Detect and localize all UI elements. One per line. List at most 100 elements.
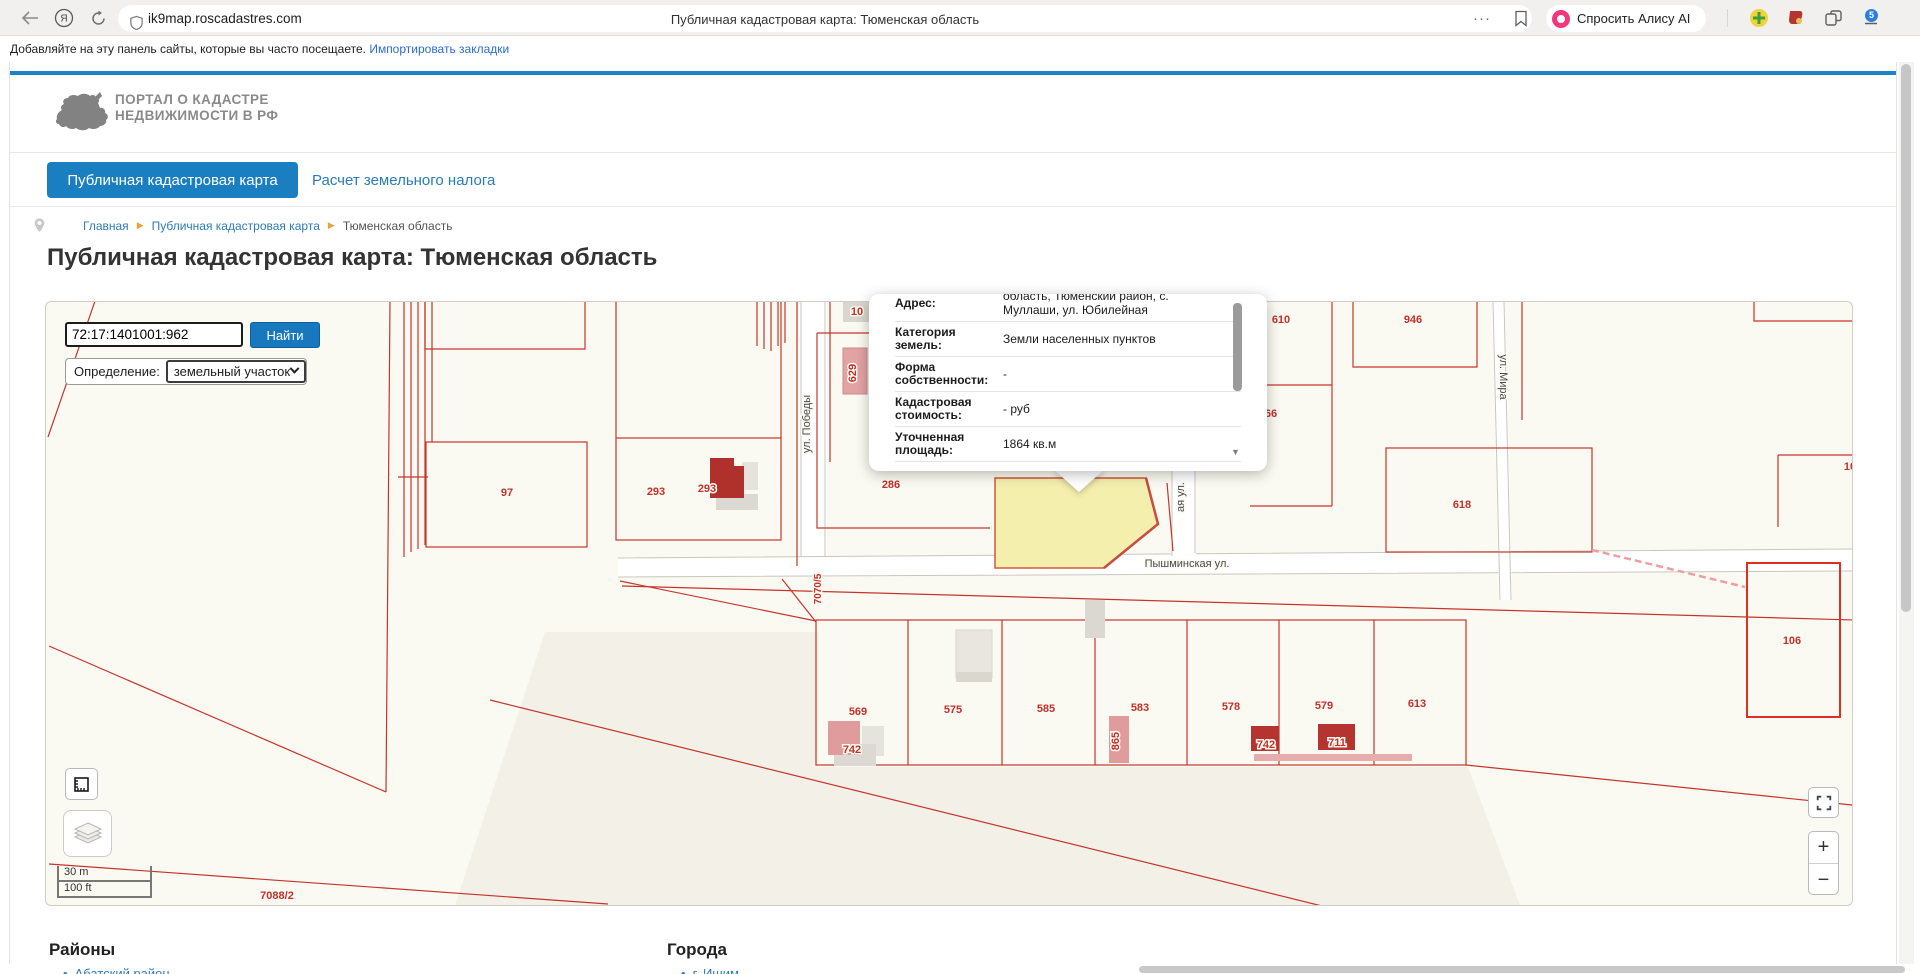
parcel-info-popup: Адрес: область, Тюменский район, с. Мулл… — [869, 294, 1267, 471]
address-bar-page-title: Публичная кадастровая карта: Тюменская о… — [118, 12, 1532, 27]
street-label: ая ул. — [1175, 482, 1187, 512]
tabs-divider-bottom — [10, 206, 1896, 207]
popup-tail — [1052, 468, 1106, 492]
svg-text:Я: Я — [60, 14, 67, 25]
layers-button[interactable] — [63, 810, 112, 857]
page-right-border — [1896, 62, 1897, 964]
alice-icon — [1552, 10, 1570, 28]
object-type-select[interactable]: земельный участок — [166, 360, 306, 383]
building-label: 742 — [1257, 739, 1275, 751]
tabs-panel-icon[interactable] — [1820, 0, 1846, 36]
parcel-label: 946 — [1404, 314, 1422, 326]
import-bookmarks-link[interactable]: Импортировать закладки — [369, 42, 509, 56]
breadcrumb-separator-icon: ▶ — [328, 220, 335, 231]
popup-row-ownership: Форма собственности: - — [895, 357, 1241, 392]
site-title-line1: ПОРТАЛ О КАДАСТРЕ — [115, 92, 278, 108]
breadcrumb-current: Тюменская область — [343, 219, 453, 233]
building-label: 10 — [851, 306, 863, 318]
parcel-label: 293 — [698, 483, 716, 495]
site-logo[interactable] — [54, 88, 110, 143]
page-left-border — [9, 62, 10, 964]
object-type-filter: Определение: земельный участок — [65, 358, 307, 385]
scale-imperial: 100 ft — [57, 882, 152, 898]
filter-label: Определение: — [74, 364, 160, 379]
parcel-label: 575 — [944, 704, 962, 716]
popup-scroll-down-icon[interactable]: ▼ — [1231, 447, 1240, 457]
parcel-label: 569 — [849, 706, 867, 718]
downloads-icon[interactable]: 5 — [1857, 0, 1885, 36]
ask-alice-button[interactable]: Спросить Алису AI — [1546, 5, 1706, 32]
address-bar[interactable]: ik9map.roscadastres.com Публичная кадаст… — [118, 5, 1532, 32]
street-label: Пышминская ул. — [1145, 558, 1230, 570]
zoom-in-button[interactable]: + — [1809, 832, 1838, 864]
breadcrumb-separator-icon: ▶ — [137, 220, 144, 231]
search-button[interactable]: Найти — [250, 322, 320, 348]
street-label: ул. Победы — [801, 395, 813, 453]
parcel-label: 578 — [1222, 701, 1240, 713]
parcel-label: 583 — [1131, 702, 1149, 714]
building-label: 711 — [1328, 737, 1346, 749]
building-label: 629 — [847, 364, 859, 382]
russia-map-icon — [54, 88, 110, 138]
yandex-browser-icon[interactable]: Я — [50, 0, 78, 36]
page-title: Публичная кадастровая карта: Тюменская о… — [47, 244, 657, 272]
parcel-label: 10 — [1844, 461, 1853, 473]
chevron-down-icon — [290, 364, 300, 374]
vertical-scrollbar-thumb[interactable] — [1901, 64, 1911, 612]
popup-row-area: Уточненная площадь: 1864 кв.м — [895, 427, 1241, 462]
vertical-scrollbar[interactable] — [1899, 62, 1914, 964]
ref-label: 7088/2 — [260, 890, 294, 902]
extension-editor-icon[interactable] — [1783, 0, 1809, 36]
popup-scrollbar-thumb[interactable] — [1233, 303, 1242, 391]
fullscreen-icon — [1815, 794, 1833, 812]
building-label: 865 — [1110, 732, 1122, 750]
bookmark-flag-icon[interactable] — [1508, 0, 1534, 36]
zoom-control: + − — [1808, 831, 1839, 895]
district-link[interactable]: •Абатский район — [63, 966, 170, 974]
measure-tool-button[interactable] — [65, 768, 98, 800]
parcel-label: 618 — [1453, 499, 1471, 511]
reload-button[interactable] — [84, 0, 112, 36]
breadcrumb-home[interactable]: Главная — [83, 219, 129, 233]
more-options-icon[interactable]: ··· — [1468, 0, 1496, 36]
site-title: ПОРТАЛ О КАДАСТРЕ НЕДВИЖИМОСТИ В РФ — [115, 92, 278, 124]
parcel-label: 585 — [1037, 703, 1055, 715]
parcel-label: 613 — [1408, 698, 1426, 710]
districts-heading: Районы — [49, 940, 115, 960]
horizontal-scrollbar-thumb[interactable] — [1139, 966, 1905, 973]
parcel-label: 610 — [1272, 314, 1290, 326]
downloads-badge: 5 — [1865, 9, 1878, 22]
tab-land-tax-calc[interactable]: Расчет земельного налога — [312, 162, 495, 198]
tab-public-cadastral-map[interactable]: Публичная кадастровая карта — [47, 162, 298, 198]
parcel-label: 97 — [501, 487, 513, 499]
fullscreen-button[interactable] — [1808, 787, 1839, 818]
popup-row-land-category: Категория земель: Земли населенных пункт… — [895, 322, 1241, 357]
city-link[interactable]: •г. Ишим — [681, 966, 739, 974]
toolbar-divider — [1727, 9, 1728, 27]
parcel-label: 293 — [647, 486, 665, 498]
extension-antivirus-icon[interactable] — [1746, 0, 1772, 36]
page-top-accent-line — [10, 71, 1897, 75]
back-button[interactable] — [16, 0, 44, 36]
parcel-label: 579 — [1315, 700, 1333, 712]
ruler-icon — [73, 776, 90, 793]
breadcrumb-map[interactable]: Публичная кадастровая карта — [152, 219, 320, 233]
ref-label: 7070/5 — [813, 573, 824, 604]
scale-metric: 30 m — [57, 866, 152, 882]
browser-toolbar: Я ik9map.roscadastres.com Публичная када… — [0, 0, 1920, 36]
building-label: 742 — [843, 744, 861, 756]
location-pin-icon — [34, 218, 45, 233]
popup-row-cadastral-value: Кадастровая стоимость: - руб — [895, 392, 1241, 427]
zoom-out-button[interactable]: − — [1809, 864, 1838, 896]
breadcrumb: Главная ▶ Публичная кадастровая карта ▶ … — [34, 218, 452, 233]
popup-row-address: Адрес: область, Тюменский район, с. Мулл… — [895, 294, 1241, 322]
cadastral-number-input[interactable] — [65, 322, 243, 347]
cities-heading: Города — [667, 940, 727, 960]
bookmarks-hint: Добавляйте на эту панель сайты, которые … — [10, 42, 366, 56]
layers-icon — [73, 821, 103, 847]
map-scale-control: 30 m 100 ft — [57, 866, 152, 898]
bookmarks-bar: Добавляйте на эту панель сайты, которые … — [0, 36, 1920, 62]
site-title-line2: НЕДВИЖИМОСТИ В РФ — [115, 108, 278, 124]
street-label: ул. Мира — [1497, 354, 1509, 400]
tabs-divider-top — [10, 152, 1896, 153]
